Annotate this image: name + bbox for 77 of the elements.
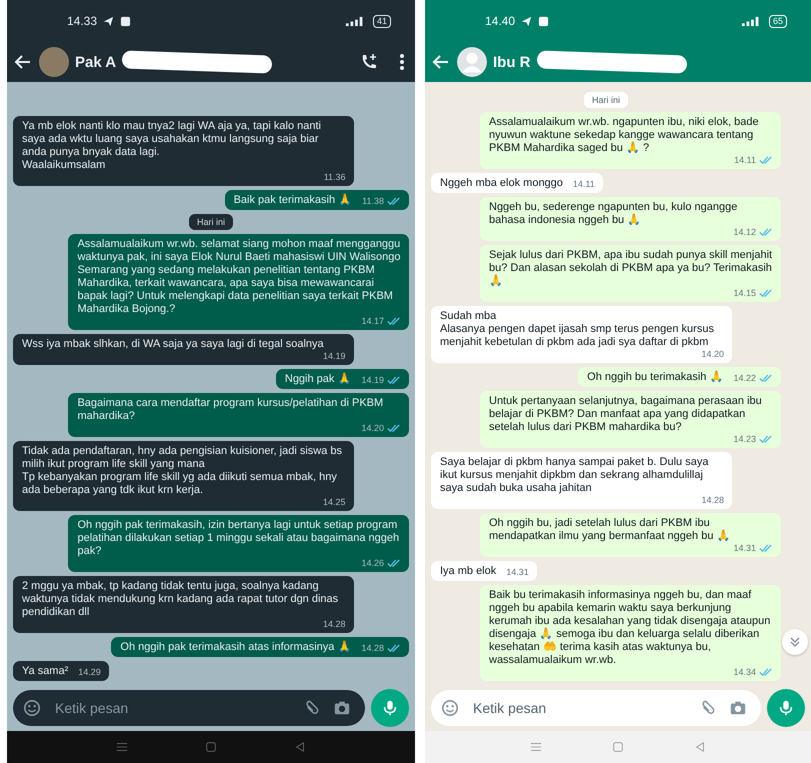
message-text: Wss iya mbak slhkan, di WA saja ya saya lagi di tegal soalnya: [22, 338, 324, 351]
message-time: 14.31: [506, 567, 529, 578]
message-time: 14.28: [323, 619, 346, 630]
message-time: 14.28: [701, 495, 724, 506]
message-time: 14.12: [733, 227, 756, 238]
message-field[interactable]: Ketik pesan: [13, 690, 365, 726]
status-time: 14.33: [67, 14, 98, 28]
message-text: Oh nggih bu, jadi setelah lulus dari PKBM ibu mendapatkan ilmu yang bermanfaat nggeh bu 🙏: [489, 517, 732, 543]
recent-apps-icon[interactable]: [530, 741, 542, 753]
message-time: 14.29: [78, 667, 101, 678]
message-text: Bagaimana cara mendaftar program kursus/pelatihan di PKBM mahardika?: [77, 397, 384, 423]
contact-name[interactable]: Pak A: [75, 54, 116, 70]
camera-icon[interactable]: [333, 699, 351, 717]
message-time: 14.19: [323, 351, 346, 362]
battery-level: 41: [372, 14, 391, 28]
message-text: Oh nggih pak terimakasih, izin bertanya lagi untuk setiap program pelatihan dilakukan setiap 1 minggu sekali atau bagaimana nggeh pak?: [77, 519, 400, 558]
date-chip: Hari ini: [584, 92, 628, 108]
avatar-photo[interactable]: [39, 47, 69, 77]
message-time: 14.25: [323, 497, 346, 508]
message-time: 14.15: [733, 288, 756, 299]
recent-apps-icon[interactable]: [116, 741, 128, 753]
microphone-icon: [777, 699, 795, 717]
message-time: 14.20: [361, 423, 384, 434]
send-icon: [521, 16, 532, 26]
message-text: Ya sama²: [22, 665, 68, 678]
message-text: Untuk pertanyaan selanjutnya, bagaimana perasaan ibu belajar di PKBM? Dan manfaat apa yang didapatkan setelah lulus dari PKBM mahardika bu?: [489, 395, 763, 434]
message-time: 11.38: [362, 196, 384, 207]
message-text: Saya belajar di pkbm hanya sampai paket b. Dulu saya ikut kursus menjahit dipkbm dan sekrang alhamdulillaj saya sudah buka usaha jahitan: [440, 456, 710, 495]
message-text: Tidak ada pendaftaran, hny ada pengisian kuisioner, jadi siswa bs milih ikut program life skill yang mana Tp kebanyakan program life skill yg ada diikuti semua mbak, hny ada beberapa yang tdk ikut krn kerja.: [22, 445, 344, 497]
battery-level: 65: [768, 14, 787, 28]
message-text: Sejak lulus dari PKBM, apa ibu sudah punya skill menjahit bu? Dan alasan sekolah di PKBM apa ya bu? Terimakasih 🙏: [489, 249, 773, 288]
microphone-icon: [381, 699, 399, 717]
microphone-button[interactable]: [767, 689, 805, 727]
send-icon: [103, 16, 114, 26]
message-text: Nggih pak 🙏: [284, 373, 352, 386]
message-time: 14.19: [361, 375, 384, 386]
microphone-button[interactable]: [371, 689, 409, 727]
message-text: Baik pak terimakasih 🙏: [234, 194, 352, 207]
emoji-icon[interactable]: [441, 699, 459, 717]
home-icon[interactable]: [612, 741, 624, 753]
notification-icon: [538, 16, 550, 26]
message-time: 11.36: [324, 172, 346, 183]
camera-icon[interactable]: [729, 699, 747, 717]
message-time: 14.34: [733, 667, 756, 678]
notification-icon: [120, 16, 132, 26]
message-time: 14.26: [361, 558, 384, 569]
chevrons-down-icon: [789, 636, 801, 648]
emoji-icon[interactable]: [23, 699, 41, 717]
scroll-down-button[interactable]: [782, 629, 808, 655]
message-text: Nggeh mba elok monggo: [440, 177, 563, 190]
menu-icon[interactable]: [399, 52, 405, 72]
contact-name[interactable]: Ibu R: [493, 54, 530, 70]
message-time: 14.11: [734, 155, 756, 166]
message-text: Baik bu terimakasih informasinya nggeh bu, dan maaf nggeh bu apabila kemarin waktu saya berkunjung kerumah ibu ada kesalahan yang tidak disengaja ataupun disengaja 🙏 semoga ibu dan keluarga selalu diberikan kesehatan 🤲 terima kasih atas waktunya bu, wassalamualaikum wr.wb.: [489, 589, 772, 667]
date-chip: Hari ini: [188, 214, 233, 230]
message-text: Nggeh bu, sederenge ngapunten bu, kulo ngangge bahasa indonesia nggeh bu 🙏: [489, 201, 738, 227]
message-text: 2 mggu ya mbak, tp kadang tidak tentu juga, soalnya kadang waktunya tidak mendukung krn kadang ada rapat tutor dgn dinas pendidikan dll: [22, 580, 340, 619]
message-time: 14.17: [361, 316, 384, 327]
status-time: 14.40: [485, 14, 516, 28]
message-time: 14.20: [701, 349, 724, 360]
message-time: 14.23: [733, 434, 756, 445]
message-field[interactable]: Ketik pesan: [431, 690, 761, 726]
back-icon[interactable]: [294, 741, 306, 753]
message-time: 14.22: [733, 373, 756, 384]
message-text: Assalamualaikum wr.wb. selamat siang mohon maaf mengganggu waktunya pak, ini saya Elok Nurul Baeti mahasiswi UIN Walisongo Semarang yang sedang melakukan penelitian tentang PKBM Mahardika, terkait wawancara, apa saya bisa mewawancarai bapak lagi? Untuk melengkapi data penelitian saya terkait PKBM Mahardika Bojong.?: [77, 238, 401, 316]
message-text: Oh nggih bu terimakasih 🙏: [587, 371, 724, 384]
message-time: 14.28: [361, 643, 384, 654]
back-icon[interactable]: [694, 741, 706, 753]
message-text: Oh nggih pak terimakasih atas informasinya 🙏: [120, 641, 352, 654]
home-icon[interactable]: [204, 741, 217, 753]
avatar-icon[interactable]: [457, 47, 487, 77]
message-time: 14.31: [733, 543, 756, 554]
message-text: Iya mb elok: [440, 565, 496, 578]
message-time: 14.11: [572, 179, 595, 190]
message-text: Sudah mba Alasanya pengen dapet ijasah smp terus pengen kursus menjahit kebetulan di pkbm ada jadi sya daftar di pkbm: [440, 310, 715, 349]
message-text: Ya mb elok nanti klo mau tnya2 lagi WA aja ya, tapi kalo nanti saya ada wktu luang saya usahakan ktmu langsung saja biar anda punya bnyak data lagi. Waalaikumsalam: [22, 120, 322, 172]
message-text: Assalamualaikum wr.wb. ngapunten ibu, niki elok, bade nyuwun waktune sekedap kangge wawancara tentang PKBM Mahardika saged bu 🙏 ?: [489, 116, 760, 155]
